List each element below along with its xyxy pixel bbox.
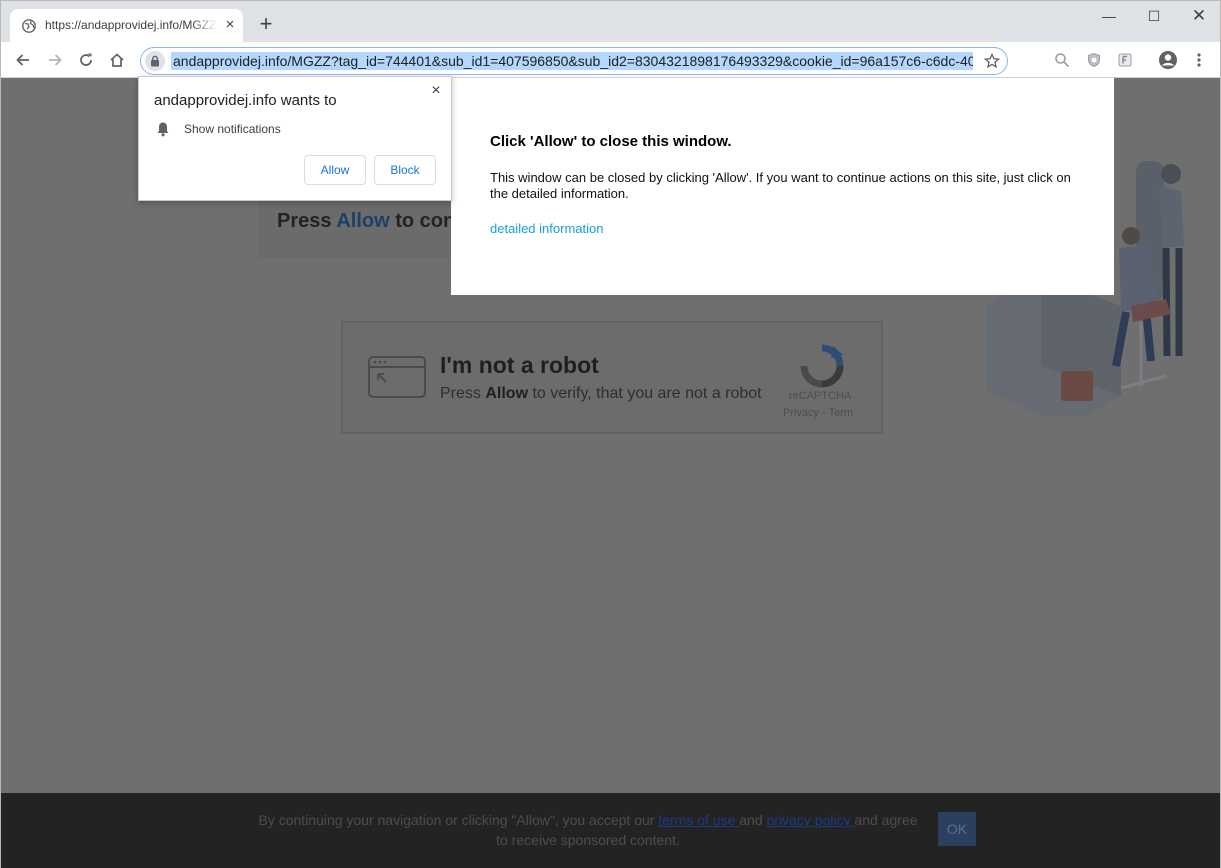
browser-tab[interactable]: https://andapprovidej.info/MGZZ × bbox=[10, 9, 243, 43]
extension-icon[interactable] bbox=[1114, 49, 1136, 71]
bookmark-star-icon[interactable] bbox=[982, 51, 1002, 71]
allow-button[interactable]: Allow bbox=[304, 155, 366, 185]
allow-instruction-modal: Click 'Allow' to close this window. This… bbox=[451, 78, 1114, 295]
captcha-instruction: Press Allow to verify, that you are not … bbox=[440, 385, 762, 403]
tab-close-icon[interactable]: × bbox=[222, 17, 238, 33]
fake-captcha-box[interactable]: I'm not a robot Press Allow to verify, t… bbox=[341, 321, 883, 434]
lock-icon[interactable] bbox=[145, 51, 165, 71]
zoom-icon[interactable] bbox=[1051, 49, 1073, 71]
cookie-consent-bar: By continuing your navigation or clickin… bbox=[1, 793, 1220, 868]
modal-body: This window can be closed by clicking 'A… bbox=[490, 170, 1071, 201]
modal-title: Click 'Allow' to close this window. bbox=[490, 133, 732, 150]
cookie-consent-text: By continuing your navigation or clickin… bbox=[253, 810, 923, 850]
maximize-icon[interactable]: ☐ bbox=[1143, 6, 1165, 26]
globe-icon bbox=[22, 19, 36, 33]
press-prefix: Press bbox=[277, 210, 337, 232]
back-arrow-icon[interactable] bbox=[12, 49, 34, 71]
minimize-icon[interactable]: — bbox=[1098, 6, 1120, 26]
window-close-icon[interactable]: ✕ bbox=[1188, 6, 1210, 26]
recaptcha-privacy-terms[interactable]: Privacy - Term bbox=[783, 407, 853, 419]
captcha-heading: I'm not a robot bbox=[440, 352, 599, 378]
new-tab-button[interactable]: + bbox=[255, 13, 277, 35]
terms-of-use-link[interactable]: terms of use bbox=[658, 812, 739, 828]
recaptcha-label: reCAPTCHA bbox=[789, 390, 852, 402]
bell-icon bbox=[157, 122, 169, 137]
reload-icon[interactable] bbox=[75, 49, 97, 71]
permission-title: andapprovidej.info wants to bbox=[154, 92, 337, 109]
captcha-sub-suffix: to verify, that you are not a robot bbox=[528, 385, 762, 402]
permission-close-icon[interactable]: × bbox=[427, 82, 445, 100]
browser-toolbar: andapprovidej.info/MGZZ?tag_id=744401&su… bbox=[0, 42, 1221, 78]
tab-strip: https://andapprovidej.info/MGZZ × + — ☐ … bbox=[0, 0, 1221, 43]
url-text[interactable]: andapprovidej.info/MGZZ?tag_id=744401&su… bbox=[171, 52, 973, 70]
profile-icon[interactable] bbox=[1157, 49, 1179, 71]
detailed-information-link[interactable]: detailed information bbox=[490, 221, 603, 236]
recaptcha-logo-icon bbox=[800, 344, 844, 388]
captcha-sub-prefix: Press bbox=[440, 385, 486, 402]
press-allow-word: Allow bbox=[336, 210, 390, 232]
consent-text-2: and bbox=[739, 812, 767, 828]
forward-arrow-icon[interactable] bbox=[44, 49, 66, 71]
consent-text-1: By continuing your navigation or clickin… bbox=[258, 812, 659, 828]
tab-title: https://andapprovidej.info/MGZZ bbox=[45, 18, 217, 32]
press-suffix: to con bbox=[389, 210, 456, 232]
privacy-policy-link[interactable]: privacy policy bbox=[767, 812, 855, 828]
home-icon[interactable] bbox=[106, 49, 128, 71]
kebab-menu-icon[interactable] bbox=[1188, 49, 1210, 71]
ok-button[interactable]: OK bbox=[938, 812, 976, 846]
block-button[interactable]: Block bbox=[374, 155, 436, 185]
shield-icon[interactable] bbox=[1083, 49, 1105, 71]
notification-permission-popup: andapprovidej.info wants to × Show notif… bbox=[138, 76, 452, 201]
browser-window-icon bbox=[368, 356, 426, 398]
address-bar[interactable]: andapprovidej.info/MGZZ?tag_id=744401&su… bbox=[140, 47, 1008, 75]
press-allow-heading: Press Allow to con bbox=[277, 210, 455, 233]
captcha-sub-allow: Allow bbox=[485, 385, 529, 402]
show-notifications-label: Show notifications bbox=[184, 122, 281, 136]
